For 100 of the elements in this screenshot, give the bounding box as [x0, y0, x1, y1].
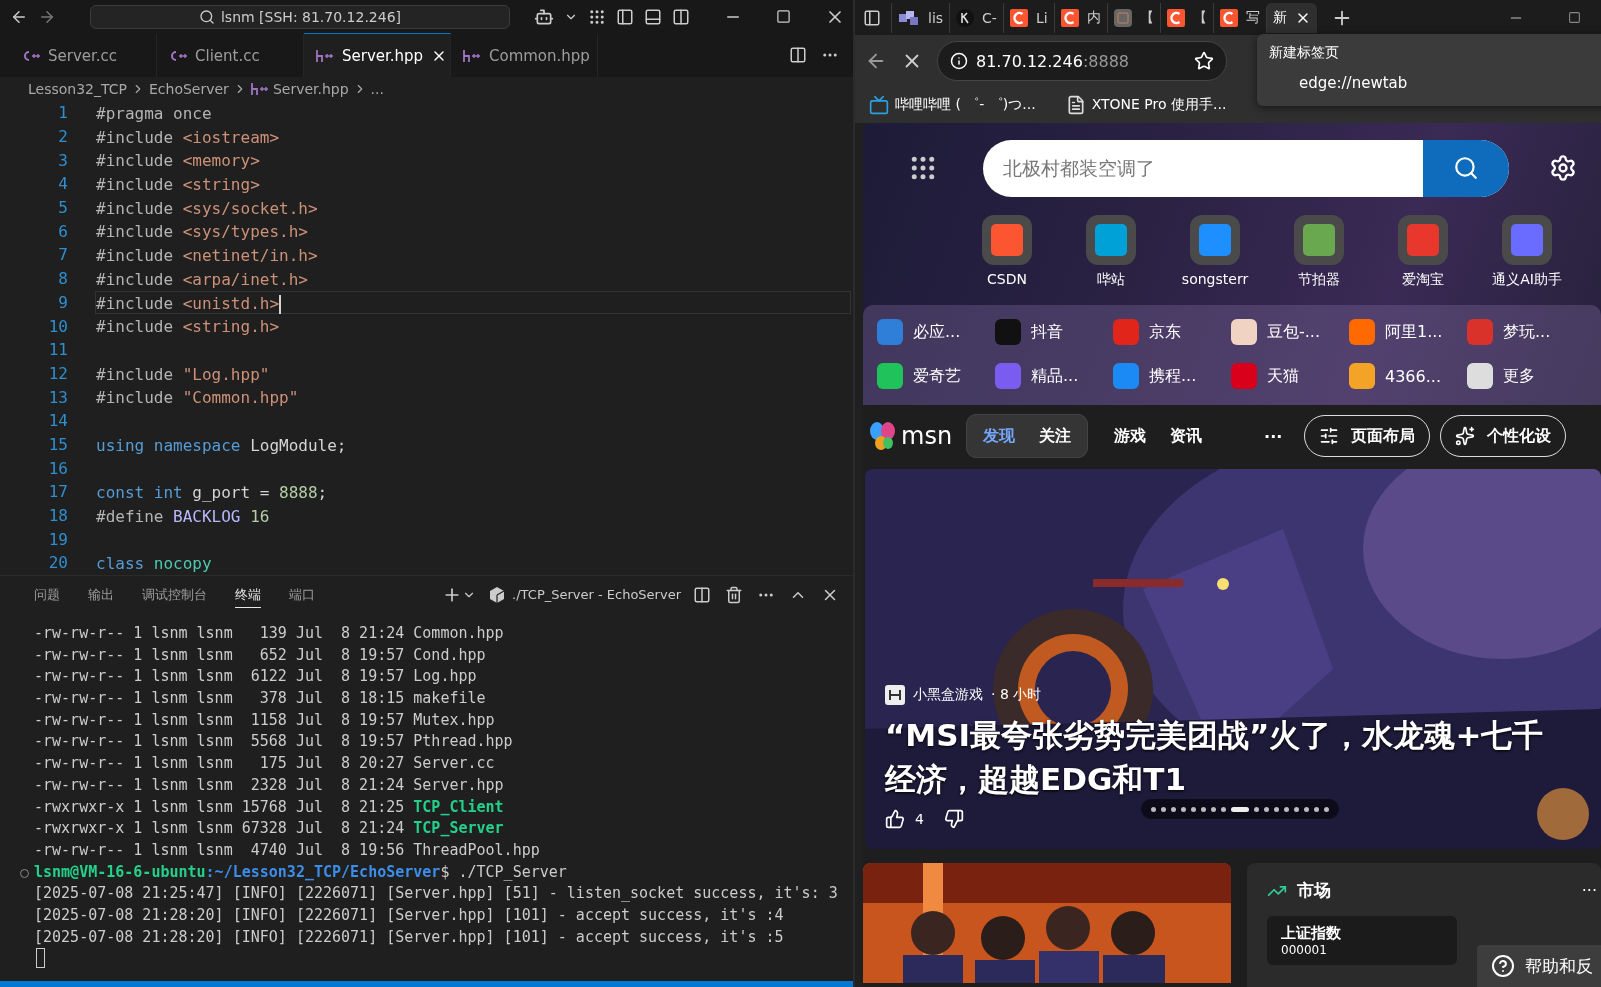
shortcut-tile[interactable]: [1398, 215, 1448, 265]
shortcut-tile[interactable]: [1190, 215, 1240, 265]
carousel-dot[interactable]: [1324, 806, 1329, 812]
command-center[interactable]: lsnm [SSH: 81.70.12.246]: [90, 4, 510, 29]
help-button[interactable]: 帮助和反: [1477, 945, 1601, 987]
browser-tab[interactable]: 【: [1159, 2, 1213, 33]
browser-tab[interactable]: C-: [949, 2, 1003, 33]
shortcut-tile[interactable]: [1294, 215, 1344, 265]
browser-tab[interactable]: 新: [1265, 2, 1317, 33]
site-link[interactable]: 抖音: [1031, 321, 1063, 343]
address-bar[interactable]: 81.70.12.246:8888: [937, 41, 1227, 81]
line-number: 9: [57, 292, 68, 312]
carousel-dot[interactable]: [1171, 806, 1176, 812]
feed-tab[interactable]: 关注: [1027, 425, 1084, 447]
feed-link[interactable]: 游戏: [1114, 425, 1147, 447]
breadcrumb-item[interactable]: Server.hpp: [272, 81, 349, 97]
trash-icon[interactable]: [725, 585, 743, 604]
panel-tab[interactable]: 输出: [88, 581, 114, 608]
editor-tab[interactable]: Server.hpp: [304, 33, 451, 77]
site-link[interactable]: 必应...: [913, 321, 961, 343]
site-link[interactable]: 天猫: [1267, 365, 1299, 387]
line-number: 10: [47, 316, 68, 336]
browser-tab[interactable]: lis: [891, 2, 950, 33]
browser-tab[interactable]: 内: [1053, 2, 1107, 33]
carousel-dot[interactable]: [1181, 806, 1186, 812]
bookmark[interactable]: 哔哩哔哩 ( ゜- ゜)つ...: [869, 95, 1036, 115]
thumbs-up-icon[interactable]: [885, 809, 905, 829]
site-link[interactable]: 更多: [1503, 365, 1535, 387]
site-link[interactable]: 豆包-...: [1267, 321, 1321, 343]
panel-toggle-icon[interactable]: [644, 7, 662, 26]
settings-icon[interactable]: [1549, 154, 1577, 182]
breadcrumb-item[interactable]: Lesson32_TCP: [28, 81, 127, 97]
panel-tab[interactable]: 问题: [34, 581, 60, 608]
shortcut-tile[interactable]: [1502, 215, 1552, 265]
code-line: #include <netinet/in.h>: [95, 245, 319, 267]
panel-tab[interactable]: 端口: [289, 581, 315, 608]
tab-favicon: [1113, 8, 1132, 27]
shortcut-label[interactable]: 通义AI助手: [1492, 271, 1562, 289]
carousel-dot[interactable]: [1284, 806, 1289, 812]
site-link[interactable]: 阿里1...: [1385, 321, 1443, 343]
sidebar-toggle-icon[interactable]: [863, 8, 881, 27]
carousel-dot[interactable]: [1201, 806, 1206, 812]
info-icon[interactable]: [950, 52, 968, 70]
columns-icon[interactable]: [672, 7, 690, 26]
headline[interactable]: “MSI最夸张劣势完美团战”火了，水龙魂+七千经济，超越EDG和T1: [885, 713, 1565, 801]
index-row[interactable]: 上证指数 000001: [1267, 916, 1457, 965]
breadcrumb-item[interactable]: EchoServer: [148, 81, 229, 97]
carousel-dot[interactable]: [1264, 806, 1269, 812]
carousel-dot[interactable]: [1314, 806, 1319, 812]
site-link[interactable]: 梦玩...: [1503, 321, 1551, 343]
site-link[interactable]: 4366...: [1385, 366, 1441, 386]
shortcut-label[interactable]: 哔站: [1097, 271, 1125, 289]
terminal-line: -rw-rw-r-- 1 lsnm lsnm 4740 Jul 8 19:56 ThreadPool.hpp: [34, 839, 541, 861]
search-field[interactable]: 北极村都装空调了: [983, 139, 1423, 197]
carousel-dot[interactable]: [1191, 806, 1196, 812]
search-button[interactable]: [1423, 139, 1509, 197]
maximize-icon[interactable]: [776, 9, 791, 24]
carousel-dot[interactable]: [1254, 806, 1259, 812]
carousel-dot[interactable]: [1221, 806, 1226, 812]
split-terminal-icon[interactable]: [693, 585, 711, 604]
thumbs-down-icon[interactable]: [943, 809, 964, 829]
browser-tab[interactable]: 【: [1106, 2, 1160, 33]
shortcut-label[interactable]: songsterr: [1181, 271, 1249, 287]
tab-favicon: [1009, 8, 1028, 27]
carousel-dot[interactable]: [1211, 806, 1216, 812]
panel-tab[interactable]: 终端: [235, 581, 261, 608]
shortcut-tile[interactable]: [982, 215, 1032, 265]
breadcrumb-item[interactable]: ...: [370, 81, 384, 97]
shortcut-label[interactable]: 节拍器: [1298, 271, 1340, 289]
help-icon: [1491, 954, 1515, 978]
carousel-dot[interactable]: [1304, 806, 1309, 812]
sidebar-toggle-icon[interactable]: [616, 7, 634, 26]
shortcut-label[interactable]: 爱淘宝: [1402, 271, 1444, 289]
shortcut-tile[interactable]: [1086, 215, 1136, 265]
carousel-dot[interactable]: [1274, 806, 1279, 812]
carousel-dot[interactable]: [1161, 806, 1166, 812]
split-editor-icon[interactable]: [789, 46, 807, 64]
feed-link[interactable]: 资讯: [1170, 425, 1203, 447]
line-number: 13: [47, 387, 68, 407]
site-link[interactable]: 精品...: [1031, 365, 1079, 387]
search-icon: [1453, 155, 1479, 181]
site-link[interactable]: 携程...: [1149, 365, 1197, 387]
more-button[interactable]: ···: [1581, 881, 1597, 900]
bookmark[interactable]: XTONE Pro 使用手...: [1065, 95, 1227, 115]
shortcut-label[interactable]: CSDN: [987, 271, 1027, 287]
maximize-icon[interactable]: [1568, 11, 1581, 24]
feed-link[interactable]: ···: [1264, 426, 1283, 446]
line-number: 2: [57, 127, 68, 147]
carousel-dot[interactable]: [1294, 806, 1299, 812]
site-link[interactable]: 京东: [1149, 321, 1181, 343]
browser-tab[interactable]: 写: [1212, 2, 1266, 33]
browser-tab[interactable]: Li: [1002, 2, 1054, 33]
carousel-dot[interactable]: [1151, 806, 1156, 812]
feed-tab[interactable]: 发现: [971, 425, 1028, 447]
panel-tab[interactable]: 调试控制台: [142, 581, 207, 608]
code-line: #define BACKLOG 16: [95, 505, 271, 528]
cpp-file-icon: [22, 49, 40, 62]
site-link[interactable]: 爱奇艺: [913, 365, 961, 387]
star-icon[interactable]: [1194, 51, 1214, 71]
search-box[interactable]: 北极村都装空调了: [983, 139, 1509, 197]
